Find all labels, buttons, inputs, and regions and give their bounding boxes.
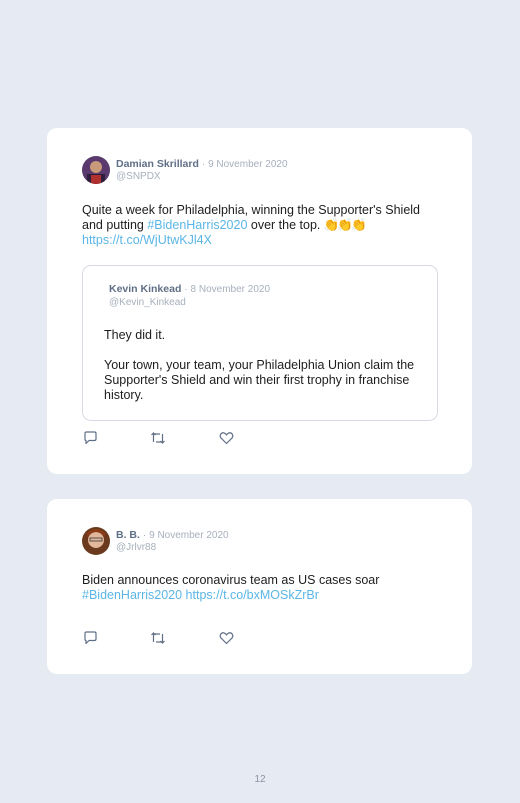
author-name[interactable]: B. B. <box>116 529 140 541</box>
avatar[interactable] <box>82 527 110 555</box>
tweet-actions <box>82 631 234 645</box>
quoted-tweet-date[interactable]: 8 November 2020 <box>191 284 271 295</box>
quoted-author-name[interactable]: Kevin Kinkead <box>109 283 181 295</box>
tweet-text: Biden announces coronavirus team as US c… <box>82 573 427 603</box>
quoted-text-line1: They did it. <box>104 328 166 342</box>
author-name[interactable]: Damian Skrillard <box>116 158 199 170</box>
tweet-card[interactable]: B. B. · 9 November 2020 @Jrlvr88 Biden a… <box>47 499 472 674</box>
hashtag-link[interactable]: #BidenHarris2020 <box>82 588 182 602</box>
reply-icon[interactable] <box>82 431 98 445</box>
retweet-icon[interactable] <box>150 431 166 445</box>
separator-dot: · <box>184 284 188 295</box>
clapping-hands-emoji: 👏👏👏 <box>323 218 367 232</box>
tweet-header: Damian Skrillard · 9 November 2020 @SNPD… <box>82 156 288 184</box>
author-handle[interactable]: @SNPDX <box>116 171 288 183</box>
page-number: 12 <box>254 774 266 785</box>
tweet-text-part: over the top. <box>247 218 324 232</box>
tweet-date[interactable]: 9 November 2020 <box>208 159 288 170</box>
quoted-tweet[interactable]: Kevin Kinkead · 8 November 2020 @Kevin_K… <box>82 265 438 421</box>
hashtag-link[interactable]: #BidenHarris2020 <box>147 218 247 232</box>
tweet-card[interactable]: Damian Skrillard · 9 November 2020 @SNPD… <box>47 128 472 474</box>
avatar[interactable] <box>82 156 110 184</box>
reply-icon[interactable] <box>82 631 98 645</box>
separator-dot: · <box>142 530 147 541</box>
tweet-text-part: Biden announces coronavirus team as US c… <box>82 573 380 587</box>
author-handle[interactable]: @Jrlvr88 <box>116 542 229 554</box>
url-link[interactable]: https://t.co/bxMOSkZrBr <box>186 588 319 602</box>
url-link[interactable]: https://t.co/WjUtwKJl4X <box>82 233 212 247</box>
tweet-header: B. B. · 9 November 2020 @Jrlvr88 <box>82 527 229 555</box>
tweet-actions <box>82 431 234 445</box>
retweet-icon[interactable] <box>150 631 166 645</box>
quoted-text-paragraph: Your town, your team, your Philadelphia … <box>104 358 415 402</box>
tweet-date[interactable]: 9 November 2020 <box>149 530 229 541</box>
quoted-author-handle[interactable]: @Kevin_Kinkead <box>109 296 270 309</box>
tweet-text: Quite a week for Philadelphia, winning t… <box>82 203 427 248</box>
like-icon[interactable] <box>218 631 234 645</box>
separator-dot: · <box>201 159 206 170</box>
like-icon[interactable] <box>218 431 234 445</box>
